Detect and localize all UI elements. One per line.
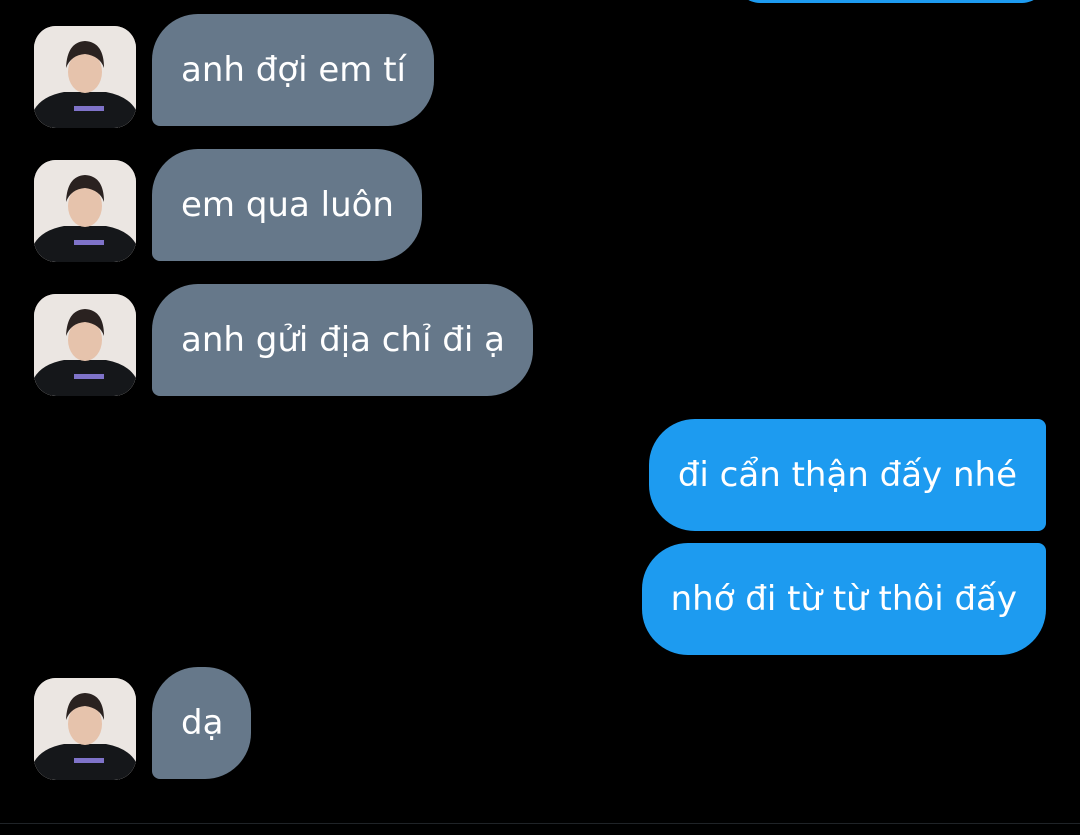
message-thread: anh đợi em tí em qua luôn anh gửi địa ch…: [0, 0, 1080, 835]
divider: [0, 823, 1080, 824]
message-text: nhớ đi từ từ thôi đấy: [670, 579, 1017, 619]
message-text: em qua luôn: [181, 185, 394, 225]
contact-avatar-icon: [34, 294, 136, 396]
received-message-bubble[interactable]: anh đợi em tí: [152, 14, 435, 126]
message-text: dạ: [181, 703, 224, 743]
previous-sent-message-bubble[interactable]: [736, 0, 1046, 3]
contact-avatar[interactable]: [34, 678, 136, 780]
sent-message-bubble[interactable]: nhớ đi từ từ thôi đấy: [641, 543, 1046, 655]
received-message-bubble[interactable]: em qua luôn: [152, 149, 422, 261]
contact-avatar-icon: [34, 160, 136, 262]
message-text: anh gửi địa chỉ đi ạ: [181, 320, 505, 360]
received-message-bubble[interactable]: dạ: [152, 667, 252, 779]
received-message-bubble[interactable]: anh gửi địa chỉ đi ạ: [152, 284, 533, 396]
contact-avatar-icon: [34, 26, 136, 128]
contact-avatar[interactable]: [34, 294, 136, 396]
message-text: đi cẩn thận đấy nhé: [677, 455, 1017, 495]
contact-avatar-icon: [34, 678, 136, 780]
message-text: anh đợi em tí: [181, 50, 407, 90]
sent-message-bubble[interactable]: đi cẩn thận đấy nhé: [648, 419, 1046, 531]
contact-avatar[interactable]: [34, 26, 136, 128]
contact-avatar[interactable]: [34, 160, 136, 262]
